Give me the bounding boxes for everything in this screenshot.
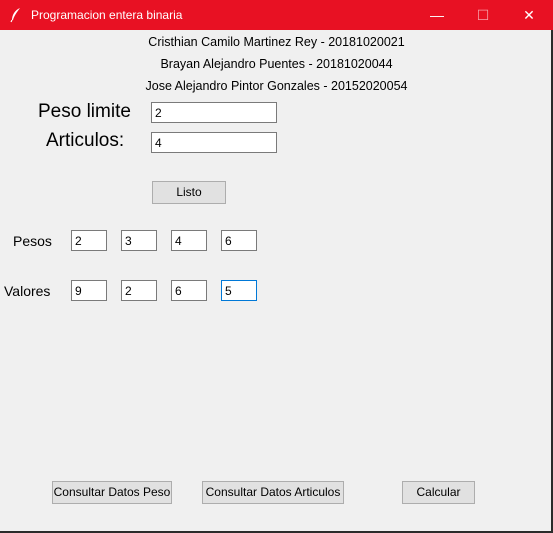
close-button[interactable]: ✕ bbox=[506, 0, 552, 30]
feather-icon bbox=[9, 7, 23, 23]
author-line-2: Brayan Alejandro Puentes - 20181020044 bbox=[160, 57, 393, 71]
consultar-datos-peso-button[interactable]: Consultar Datos Peso bbox=[52, 481, 172, 504]
peso-input-3[interactable] bbox=[171, 230, 207, 251]
consultar-datos-articulos-button[interactable]: Consultar Datos Articulos bbox=[202, 481, 344, 504]
articulos-label: Articulos: bbox=[46, 130, 125, 151]
articulos-input[interactable] bbox=[151, 132, 277, 153]
maximize-button[interactable]: ☐ bbox=[460, 0, 506, 30]
valor-input-4[interactable] bbox=[221, 280, 257, 301]
peso-limite-label: Peso limite bbox=[38, 101, 131, 122]
minimize-button[interactable]: — bbox=[414, 0, 460, 30]
peso-input-1[interactable] bbox=[71, 230, 107, 251]
valor-input-1[interactable] bbox=[71, 280, 107, 301]
author-line-3: Jose Alejandro Pintor Gonzales - 2015202… bbox=[145, 79, 408, 93]
valores-label: Valores bbox=[4, 283, 51, 299]
close-icon: ✕ bbox=[523, 6, 535, 23]
title-bar[interactable]: Programacion entera binaria — ☐ ✕ bbox=[0, 0, 553, 30]
peso-input-2[interactable] bbox=[121, 230, 157, 251]
app-window: Programacion entera binaria — ☐ ✕ Cristh… bbox=[0, 0, 553, 533]
valor-input-2[interactable] bbox=[121, 280, 157, 301]
peso-input-4[interactable] bbox=[221, 230, 257, 251]
pesos-label: Pesos bbox=[13, 233, 52, 249]
minimize-icon: — bbox=[430, 7, 444, 23]
calcular-button[interactable]: Calcular bbox=[402, 481, 475, 504]
valor-input-3[interactable] bbox=[171, 280, 207, 301]
window-title: Programacion entera binaria bbox=[31, 8, 183, 22]
author-line-1: Cristhian Camilo Martinez Rey - 20181020… bbox=[148, 35, 405, 49]
listo-button[interactable]: Listo bbox=[152, 181, 226, 204]
maximize-icon: ☐ bbox=[476, 6, 490, 23]
peso-limite-input[interactable] bbox=[151, 102, 277, 123]
